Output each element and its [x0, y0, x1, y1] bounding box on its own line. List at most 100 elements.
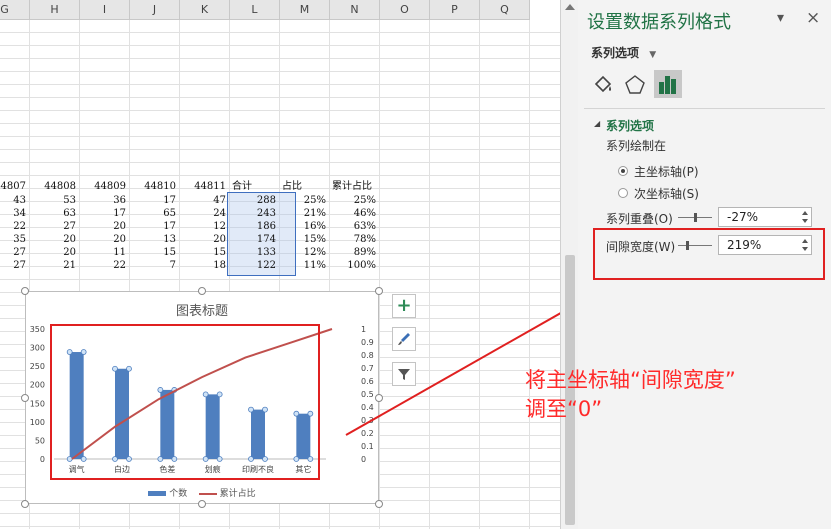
scroll-up-arrow-icon[interactable] — [565, 4, 575, 10]
cell[interactable]: 65 — [130, 207, 176, 220]
secondary-axis-radio[interactable] — [618, 188, 628, 198]
cell[interactable]: 20 — [80, 233, 126, 246]
chart-resize-handle[interactable] — [198, 287, 206, 295]
tab-fill-line[interactable] — [590, 72, 616, 98]
cell[interactable]: 27 — [0, 259, 26, 272]
cell[interactable]: 20 — [30, 233, 76, 246]
column-header[interactable]: J — [130, 0, 180, 20]
chart-styles-button[interactable] — [392, 327, 416, 351]
cell[interactable]: 186 — [230, 220, 276, 233]
cell[interactable]: 11% — [280, 259, 326, 272]
cell[interactable]: 16% — [280, 220, 326, 233]
chart-resize-handle[interactable] — [21, 394, 29, 402]
series-options-dropdown[interactable]: 系列选项 ▼ — [591, 44, 656, 61]
cell[interactable]: 288 — [230, 194, 276, 207]
column-header[interactable]: K — [180, 0, 230, 20]
chart-resize-handle[interactable] — [21, 287, 29, 295]
overlap-slider[interactable] — [678, 213, 712, 222]
cell[interactable]: 34 — [0, 207, 26, 220]
cell[interactable]: 7 — [130, 259, 176, 272]
cell[interactable]: 11 — [80, 246, 126, 259]
cell[interactable]: 44810 — [130, 180, 176, 193]
cell[interactable]: 174 — [230, 233, 276, 246]
cell[interactable]: 15 — [130, 246, 176, 259]
cell[interactable]: 21 — [30, 259, 76, 272]
cell[interactable]: 12% — [280, 246, 326, 259]
cell[interactable]: 13 — [130, 233, 176, 246]
pane-options-button[interactable]: ▾ — [777, 10, 784, 26]
cell[interactable]: 63 — [30, 207, 76, 220]
cell[interactable]: 27 — [0, 246, 26, 259]
cell[interactable]: 89% — [330, 246, 376, 259]
cell[interactable]: 22 — [0, 220, 26, 233]
cell[interactable]: 63% — [330, 220, 376, 233]
column-header[interactable]: G — [0, 0, 30, 20]
primary-axis-radio[interactable] — [618, 166, 628, 176]
annotation-line-2: 调至“0” — [525, 397, 603, 421]
cell[interactable]: 22 — [80, 259, 126, 272]
cell[interactable]: 133 — [230, 246, 276, 259]
spin-down-icon[interactable] — [802, 219, 808, 223]
cell[interactable]: 46% — [330, 207, 376, 220]
cell[interactable]: 18 — [180, 259, 226, 272]
column-header[interactable]: N — [330, 0, 380, 20]
spreadsheet-area[interactable]: GHIJKLMNOPQ 44807 44808 44809 44810 44811 合计占… — [0, 0, 560, 529]
column-header[interactable]: H — [30, 0, 80, 20]
chart-resize-handle[interactable] — [198, 500, 206, 508]
cell[interactable]: 17 — [130, 220, 176, 233]
pane-close-button[interactable]: × — [806, 8, 820, 28]
overlap-spinner[interactable]: -27% — [718, 207, 812, 227]
cell[interactable]: 53 — [30, 194, 76, 207]
cell[interactable]: 20 — [180, 233, 226, 246]
section-title[interactable]: 系列选项 — [606, 117, 654, 134]
chart-filter-button[interactable] — [392, 362, 416, 386]
cell[interactable]: 243 — [230, 207, 276, 220]
cell[interactable]: 36 — [80, 194, 126, 207]
cell[interactable]: 合计 — [232, 180, 278, 193]
cell[interactable]: 17 — [130, 194, 176, 207]
cell[interactable]: 122 — [230, 259, 276, 272]
cell[interactable]: 78% — [330, 233, 376, 246]
chart-elements-button[interactable]: + — [392, 294, 416, 318]
cell[interactable]: 44807 — [0, 180, 26, 193]
cell[interactable]: 17 — [80, 207, 126, 220]
cell[interactable]: 47 — [180, 194, 226, 207]
cell[interactable]: 20 — [80, 220, 126, 233]
chart-resize-handle[interactable] — [375, 394, 383, 402]
cell[interactable]: 100% — [330, 259, 376, 272]
primary-axis-label[interactable]: 主坐标轴(P) — [634, 163, 699, 180]
column-header[interactable]: M — [280, 0, 330, 20]
chart-resize-handle[interactable] — [375, 287, 383, 295]
cell[interactable]: 35 — [0, 233, 26, 246]
chart-resize-handle[interactable] — [375, 500, 383, 508]
vertical-scrollbar[interactable] — [560, 0, 578, 529]
cell[interactable]: 15 — [180, 246, 226, 259]
chart-resize-handle[interactable] — [21, 500, 29, 508]
cell[interactable]: 21% — [280, 207, 326, 220]
overlap-value[interactable]: -27% — [727, 210, 758, 224]
column-header[interactable]: O — [380, 0, 430, 20]
cell[interactable]: 43 — [0, 194, 26, 207]
cell[interactable]: 20 — [30, 246, 76, 259]
column-header[interactable]: I — [80, 0, 130, 20]
cell[interactable]: 44808 — [30, 180, 76, 193]
cell[interactable]: 累计占比 — [332, 180, 378, 193]
column-header[interactable]: Q — [480, 0, 530, 20]
column-header[interactable]: L — [230, 0, 280, 20]
cell[interactable]: 44811 — [180, 180, 226, 193]
cell[interactable]: 24 — [180, 207, 226, 220]
section-collapse-icon[interactable]: ◢ — [594, 119, 600, 128]
secondary-axis-label[interactable]: 次坐标轴(S) — [634, 185, 699, 202]
cell[interactable]: 15% — [280, 233, 326, 246]
cell[interactable]: 占比 — [282, 180, 328, 193]
spin-up-icon[interactable] — [802, 211, 808, 215]
cell[interactable]: 25% — [280, 194, 326, 207]
cell[interactable]: 27 — [30, 220, 76, 233]
column-header[interactable]: P — [430, 0, 480, 20]
tab-series-options[interactable] — [654, 70, 682, 98]
chart-legend[interactable]: 个数 累计占比 — [26, 486, 378, 499]
cell[interactable]: 44809 — [80, 180, 126, 193]
cell[interactable]: 12 — [180, 220, 226, 233]
tab-effects[interactable] — [622, 72, 648, 98]
cell[interactable]: 25% — [330, 194, 376, 207]
